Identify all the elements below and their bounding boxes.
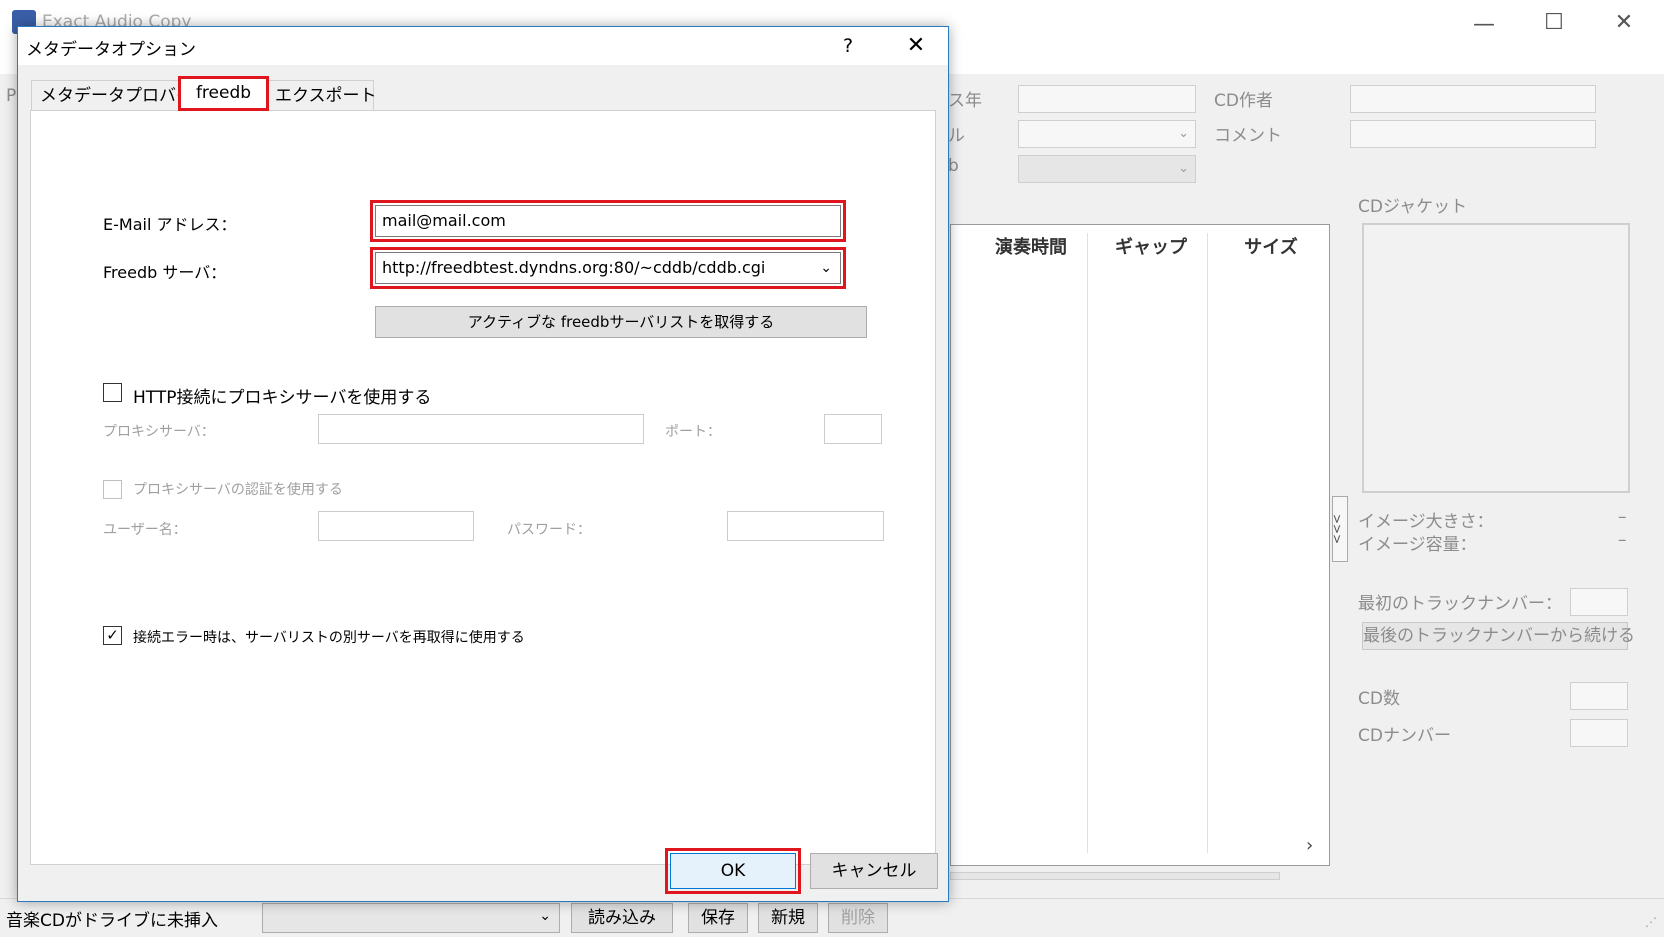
expand-panel-button[interactable]: >>> [1330, 496, 1348, 562]
password-field[interactable] [727, 511, 884, 541]
chevron-down-icon: ⌄ [539, 908, 551, 924]
help-button[interactable]: ? [830, 31, 866, 61]
freedb-tab-panel: E-Mail アドレス： mail@mail.com Freedb サーバ： h… [30, 110, 936, 865]
load-button[interactable]: 読み込み [571, 903, 673, 933]
image-size-value: – [1618, 507, 1627, 527]
maximize-button[interactable]: ☐ [1528, 0, 1580, 46]
delete-button[interactable]: 削除 [828, 903, 888, 933]
cd-number-label: CDナンバー [1358, 726, 1451, 746]
cd-jacket-label: CDジャケット [1358, 197, 1468, 217]
username-field[interactable] [318, 511, 474, 541]
continue-numbering-button[interactable]: 最後のトラックナンバーから続ける [1362, 622, 1635, 650]
retry-on-error-checkbox[interactable]: ✓ [103, 626, 122, 645]
minimize-button[interactable]: — [1458, 2, 1510, 48]
scroll-right-icon[interactable]: › [1306, 835, 1313, 856]
save-button[interactable]: 保存 [688, 903, 748, 933]
checkmark-icon: ✓ [106, 626, 119, 644]
use-proxy-label: HTTP接続にプロキシサーバを使用する [133, 388, 432, 408]
cd-author-label: CD作者 [1214, 91, 1273, 111]
proxy-server-field[interactable] [318, 414, 644, 444]
image-capacity-value: – [1618, 530, 1627, 550]
cd-count-field[interactable] [1570, 682, 1628, 710]
chevron-down-icon: ⌄ [1178, 126, 1189, 141]
cd-jacket-image[interactable] [1362, 223, 1630, 493]
tab-freedb-label: freedb [195, 83, 252, 103]
release-year-field[interactable] [1018, 85, 1196, 113]
password-label: パスワード： [507, 522, 591, 538]
username-label: ユーザー名： [103, 522, 187, 538]
side-fragment: P [6, 86, 17, 106]
drive-select[interactable]: ⌄ [262, 903, 560, 933]
release-year-label: ス年 [948, 91, 982, 111]
first-track-label: 最初のトラックナンバー： [1358, 594, 1562, 614]
column-divider [1087, 233, 1088, 853]
tab-metadata-provider[interactable]: メタデータプロバイダ [31, 80, 209, 110]
cd-number-field[interactable] [1570, 719, 1628, 747]
column-divider [1207, 233, 1208, 853]
dialog-close-button[interactable]: ✕ [898, 31, 934, 61]
comment-label: コメント [1214, 126, 1282, 146]
email-label: E-Mail アドレス： [103, 215, 237, 234]
genre-label-fragment: ル [948, 126, 965, 146]
column-header-duration[interactable]: 演奏時間 [971, 233, 1091, 259]
proxy-server-label: プロキシサーバ： [103, 424, 215, 440]
port-label: ポート： [665, 424, 721, 440]
track-list[interactable]: 演奏時間 ギャップ サイズ › [950, 224, 1330, 866]
server-highlight [370, 247, 846, 289]
column-header-gap[interactable]: ギャップ [1091, 233, 1211, 259]
new-button[interactable]: 新規 [758, 903, 818, 933]
tab-freedb[interactable]: freedb [178, 76, 269, 111]
cd-author-field[interactable] [1350, 85, 1596, 113]
chevron-down-icon: ⌄ [1178, 161, 1189, 176]
first-track-field[interactable] [1570, 588, 1628, 616]
resize-grip-icon[interactable]: ⋰ [1645, 915, 1657, 929]
status-text: 音楽CDがドライブに未挿入 [6, 911, 218, 931]
use-proxy-checkbox[interactable] [103, 383, 122, 402]
horizontal-scrollbar[interactable] [950, 872, 1280, 880]
genre-combo[interactable]: ⌄ [1018, 120, 1196, 148]
cd-count-label: CD数 [1358, 689, 1400, 709]
ok-highlight [665, 848, 801, 894]
port-field[interactable] [824, 414, 882, 444]
db-label-fragment: b [948, 156, 959, 176]
use-proxy-auth-checkbox[interactable] [103, 480, 122, 499]
column-header-size[interactable]: サイズ [1211, 233, 1331, 259]
get-active-servers-button[interactable]: アクティブな freedbサーバリストを取得する [375, 306, 867, 338]
image-size-label: イメージ大きさ： [1358, 512, 1494, 532]
close-main-button[interactable]: ✕ [1598, 0, 1650, 46]
dialog-title: メタデータオプション [26, 40, 196, 60]
cancel-button[interactable]: キャンセル [810, 853, 938, 889]
email-highlight [370, 200, 846, 242]
server-label: Freedb サーバ： [103, 263, 227, 282]
tab-export[interactable]: エクスポート [266, 80, 377, 110]
db-combo[interactable]: ⌄ [1018, 155, 1196, 183]
comment-field[interactable] [1350, 120, 1596, 148]
metadata-options-dialog: メタデータオプション ? ✕ メタデータプロバイダ エクスポート freedb … [17, 26, 949, 902]
dialog-title-bar: メタデータオプション ? ✕ [18, 27, 948, 65]
use-proxy-auth-label: プロキシサーバの認証を使用する [133, 482, 343, 498]
retry-on-error-label: 接続エラー時は、サーバリストの別サーバを再取得に使用する [133, 630, 525, 646]
image-capacity-label: イメージ容量： [1358, 535, 1477, 555]
